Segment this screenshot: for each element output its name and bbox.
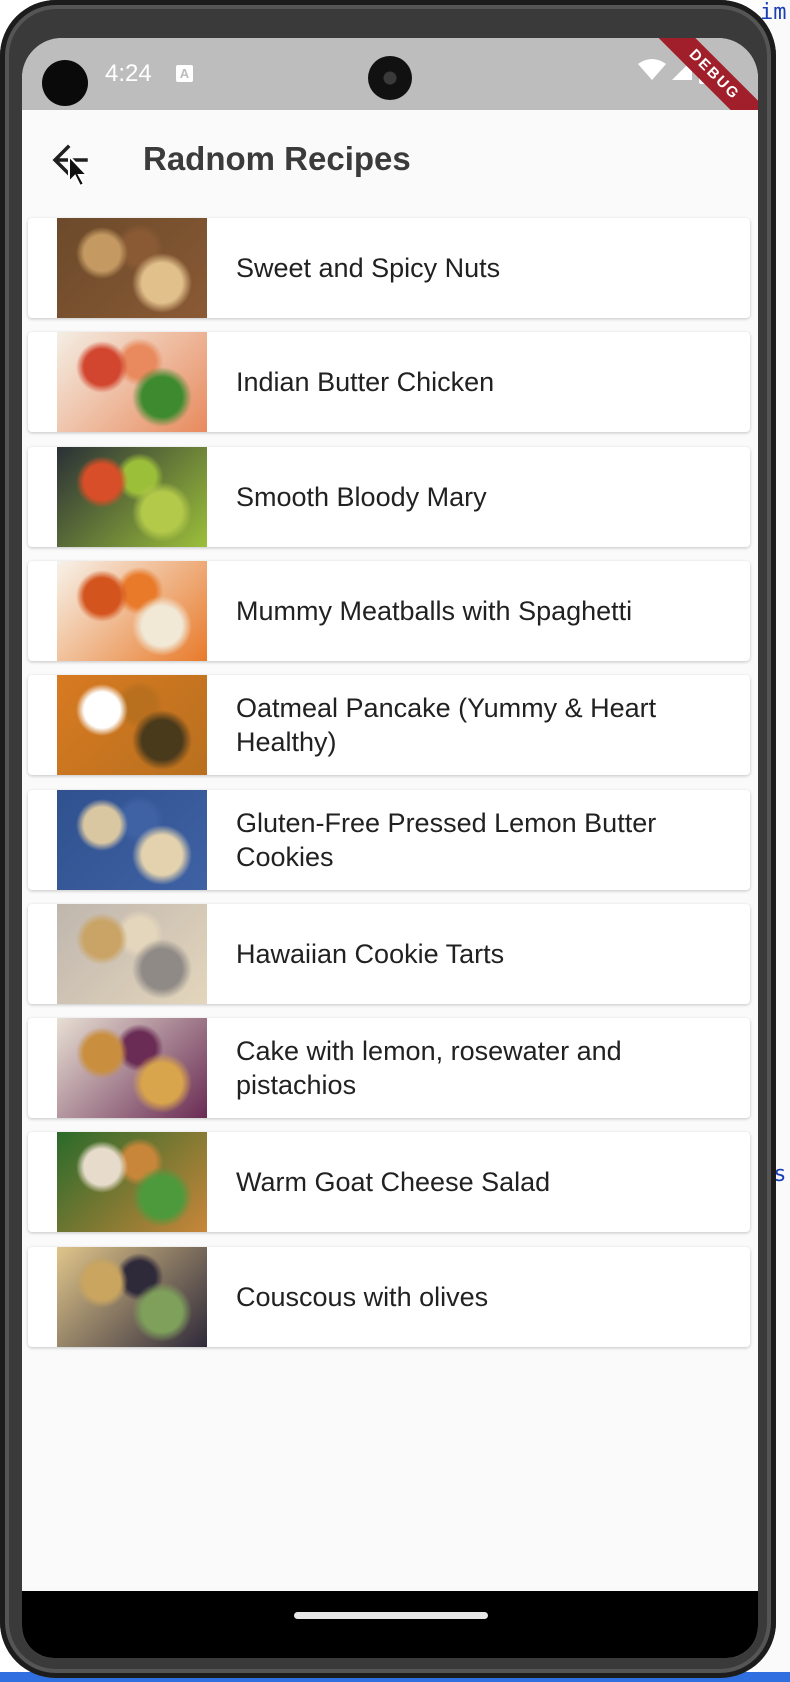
recipe-thumbnail [57, 561, 207, 661]
status-time: 4:24 [105, 60, 152, 87]
recipe-card[interactable]: Gluten-Free Pressed Lemon Butter Cookies [28, 790, 750, 890]
recipe-thumbnail [57, 904, 207, 1004]
recipe-title: Mummy Meatballs with Spaghetti [236, 596, 633, 626]
app-bar: Radnom Recipes [22, 110, 758, 210]
phone-screen: 4:24 A DEBUG Radnom Recipes Sweet and Sp… [22, 38, 758, 1658]
recipe-title: Indian Butter Chicken [236, 367, 495, 397]
recipe-card[interactable]: Couscous with olives [28, 1247, 750, 1347]
recipe-title: Cake with lemon, rosewater and pistachio… [236, 1036, 622, 1100]
status-bar: 4:24 A DEBUG [22, 38, 758, 148]
recipe-title: Couscous with olives [236, 1282, 489, 1312]
recipe-title: Hawaiian Cookie Tarts [236, 939, 505, 969]
recipe-thumbnail [57, 1132, 207, 1232]
page-title: Radnom Recipes [143, 140, 411, 177]
recipe-title: Smooth Bloody Mary [236, 482, 487, 512]
system-navigation-bar [22, 1591, 758, 1658]
mouse-cursor-icon [68, 154, 89, 188]
notification-a-icon: A [176, 65, 193, 82]
recipe-card[interactable]: Warm Goat Cheese Salad [28, 1132, 750, 1232]
recipe-card[interactable]: Mummy Meatballs with Spaghetti [28, 561, 750, 661]
recipe-card[interactable]: Oatmeal Pancake (Yummy & Heart Healthy) [28, 675, 750, 775]
recipe-thumbnail [57, 1018, 207, 1118]
recipe-thumbnail [57, 332, 207, 432]
recipe-card[interactable]: Sweet and Spicy Nuts [28, 218, 750, 318]
recipe-title: Sweet and Spicy Nuts [236, 253, 501, 283]
phone-frame: 4:24 A DEBUG Radnom Recipes Sweet and Sp… [0, 0, 776, 1678]
wifi-icon [638, 59, 666, 80]
recipe-card[interactable]: Cake with lemon, rosewater and pistachio… [28, 1018, 750, 1118]
recipe-title: Warm Goat Cheese Salad [236, 1167, 551, 1197]
camera-cutout-icon [42, 60, 88, 106]
front-camera-icon [368, 56, 412, 100]
recipe-title: Oatmeal Pancake (Yummy & Heart Healthy) [236, 693, 657, 757]
recipe-card[interactable]: Indian Butter Chicken [28, 332, 750, 432]
recipe-card[interactable]: Hawaiian Cookie Tarts [28, 904, 750, 1004]
recipe-thumbnail [57, 675, 207, 775]
recipe-title: Gluten-Free Pressed Lemon Butter Cookies [236, 808, 657, 872]
recipe-thumbnail [57, 218, 207, 318]
recipe-card[interactable]: Smooth Bloody Mary [28, 447, 750, 547]
home-indicator[interactable] [294, 1612, 488, 1619]
recipe-thumbnail [57, 447, 207, 547]
recipe-thumbnail [57, 1247, 207, 1347]
recipe-thumbnail [57, 790, 207, 890]
